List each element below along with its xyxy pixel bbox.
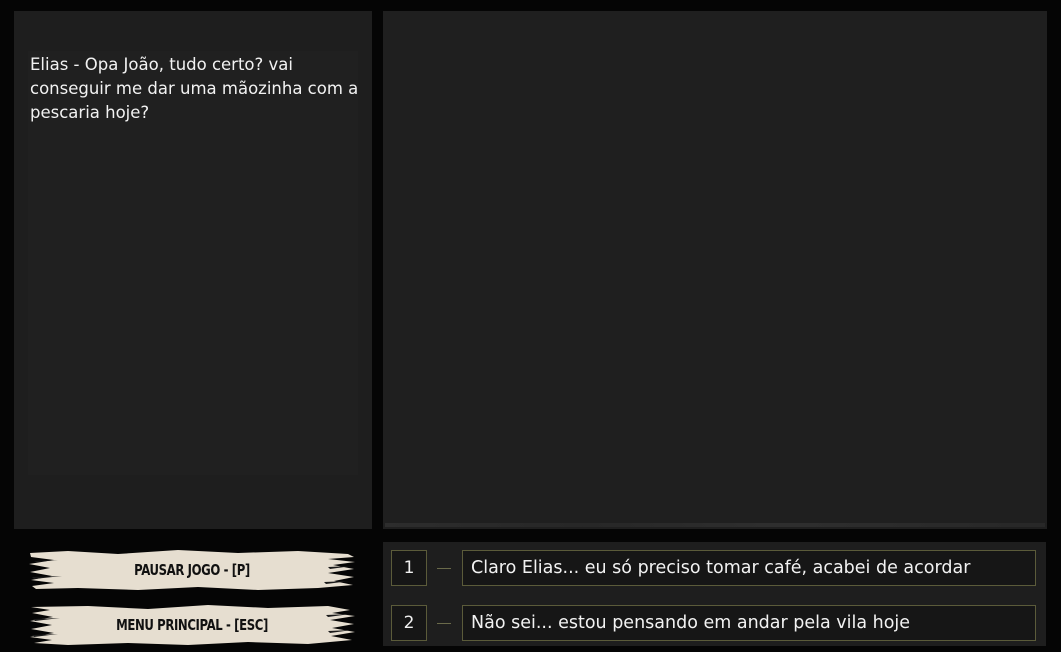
- choices-panel: 1 Claro Elias... eu só preciso tomar caf…: [383, 542, 1046, 646]
- choice-connector: [437, 568, 451, 569]
- choice-number: 1: [391, 550, 427, 586]
- choice-number: 2: [391, 605, 427, 641]
- scene-viewport: [383, 11, 1047, 529]
- pause-game-label: PAUSAR JOGO - [P]: [134, 561, 250, 579]
- dialog-panel: Elias - Opa João, tudo certo? vai conseg…: [14, 11, 372, 529]
- pause-game-button[interactable]: PAUSAR JOGO - [P]: [28, 549, 356, 591]
- dialog-text: Elias - Opa João, tudo certo? vai conseg…: [30, 55, 359, 122]
- choice-option-1[interactable]: 1 Claro Elias... eu só preciso tomar caf…: [391, 550, 1037, 586]
- choice-text[interactable]: Não sei... estou pensando em andar pela …: [462, 605, 1036, 641]
- choice-text[interactable]: Claro Elias... eu só preciso tomar café,…: [462, 550, 1036, 586]
- main-menu-button[interactable]: MENU PRINCIPAL - [ESC]: [28, 604, 356, 646]
- main-menu-label: MENU PRINCIPAL - [ESC]: [116, 616, 268, 634]
- choice-option-2[interactable]: 2 Não sei... estou pensando em andar pel…: [391, 605, 1037, 641]
- scene-floor-strip: [385, 523, 1045, 527]
- choice-connector: [437, 623, 451, 624]
